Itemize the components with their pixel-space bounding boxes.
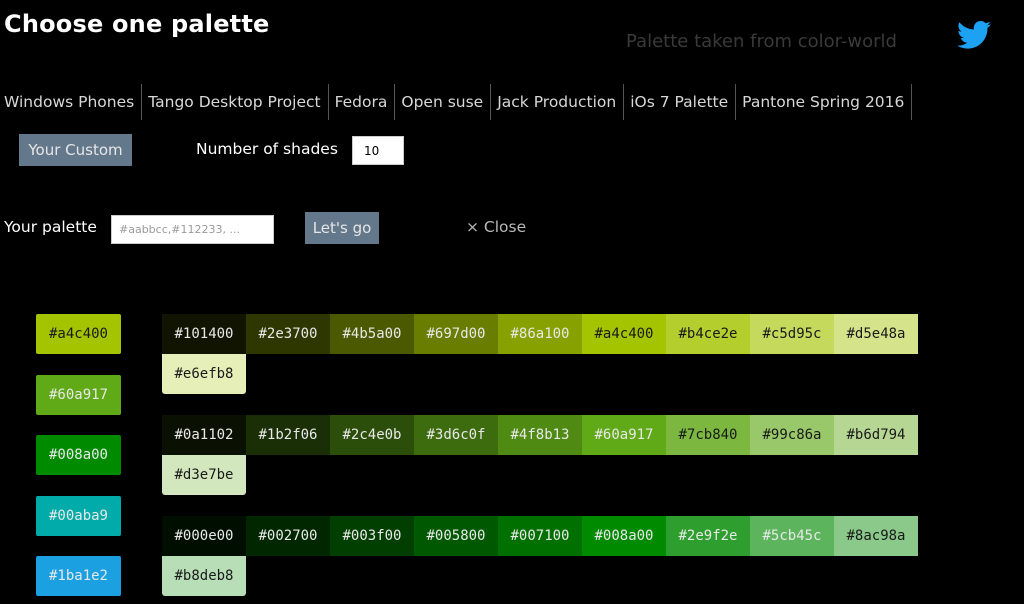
shade-swatch[interactable]: #86a100 [498, 314, 582, 354]
shade-swatch[interactable]: #008a00 [582, 516, 666, 556]
base-color-chip[interactable]: #008a00 [36, 435, 121, 475]
palette-tab-jack-production[interactable]: Jack Production [491, 84, 625, 120]
your-custom-button[interactable]: Your Custom [19, 134, 132, 166]
shade-swatch[interactable]: #4b5a00 [330, 314, 414, 354]
base-color-chip[interactable]: #a4c400 [36, 314, 121, 354]
app-root: Choose one palette Palette taken from co… [0, 0, 1024, 604]
close-link[interactable]: × Close [466, 218, 526, 236]
palette-input[interactable] [111, 215, 274, 244]
shade-swatch[interactable]: #4f8b13 [498, 415, 582, 455]
shade-swatch[interactable]: #2e3700 [246, 314, 330, 354]
shade-swatch[interactable]: #2e9f2e [666, 516, 750, 556]
shade-swatch[interactable]: #2c4e0b [330, 415, 414, 455]
shade-swatch[interactable]: #007100 [498, 516, 582, 556]
shade-swatch[interactable]: #b4ce2e [666, 314, 750, 354]
shade-grid: #101400 #2e3700 #4b5a00 #697d00 #86a100 #a4c4… [162, 314, 924, 604]
shade-swatch[interactable]: #b8deb8 [162, 556, 246, 596]
base-color-chip[interactable]: #1ba1e2 [36, 556, 121, 596]
shade-swatch[interactable]: #002700 [246, 516, 330, 556]
palette-tab-windows-phones[interactable]: Windows Phones [0, 84, 143, 120]
twitter-bird-icon[interactable] [957, 20, 991, 50]
shade-swatch[interactable]: #a4c400 [582, 314, 666, 354]
shade-row: #0a1102 #1b2f06 #2c4e0b #3d6c0f #4f8b13 #60a9… [162, 415, 922, 495]
palette-tabs: Windows Phones Tango Desktop Project Fedor… [0, 84, 913, 120]
shade-swatch[interactable]: #60a917 [582, 415, 666, 455]
base-color-chip[interactable]: #60a917 [36, 374, 121, 415]
palette-tab-pantone-spring-2016[interactable]: Pantone Spring 2016 [736, 84, 913, 120]
page-title: Choose one palette [4, 10, 270, 38]
base-color-list: #a4c400 #60a917 #008a00 #00aba9 #1ba1e2 [36, 314, 121, 604]
shade-swatch[interactable]: #c5d95c [750, 314, 834, 354]
shade-swatch[interactable]: #697d00 [414, 314, 498, 354]
shade-swatch[interactable]: #0a1102 [162, 415, 246, 455]
shade-swatch[interactable]: #005800 [414, 516, 498, 556]
palette-credit: Palette taken from color-world [626, 31, 897, 52]
shade-row: #000e00 #002700 #003f00 #005800 #007100 #008a… [162, 516, 922, 596]
shade-swatch[interactable]: #101400 [162, 314, 246, 354]
shade-swatch[interactable]: #b6d794 [834, 415, 918, 455]
shade-swatch[interactable]: #1b2f06 [246, 415, 330, 455]
lets-go-button[interactable]: Let's go [305, 212, 379, 244]
shade-swatch[interactable]: #5cb45c [750, 516, 834, 556]
shade-swatch[interactable]: #99c86a [750, 415, 834, 455]
shade-row: #101400 #2e3700 #4b5a00 #697d00 #86a100 #a4c4… [162, 314, 922, 394]
shade-swatch[interactable]: #003f00 [330, 516, 414, 556]
shades-input[interactable] [352, 136, 404, 165]
shade-swatch[interactable]: #000e00 [162, 516, 246, 556]
shade-swatch[interactable]: #3d6c0f [414, 415, 498, 455]
palette-tab-fedora[interactable]: Fedora [329, 84, 396, 120]
shade-swatch[interactable]: #e6efb8 [162, 354, 246, 394]
palette-tab-tango-desktop-project[interactable]: Tango Desktop Project [142, 84, 329, 120]
shade-swatch[interactable]: #d5e48a [834, 314, 918, 354]
shade-swatch[interactable]: #8ac98a [834, 516, 918, 556]
base-color-chip[interactable]: #00aba9 [36, 495, 121, 536]
shade-swatch[interactable]: #d3e7be [162, 455, 246, 495]
palette-label: Your palette [4, 218, 97, 236]
shades-label: Number of shades [196, 140, 338, 158]
shade-swatch[interactable]: #7cb840 [666, 415, 750, 455]
palette-tab-open-suse[interactable]: Open suse [395, 84, 492, 120]
palette-tab-ios-7-palette[interactable]: iOs 7 Palette [624, 84, 737, 120]
